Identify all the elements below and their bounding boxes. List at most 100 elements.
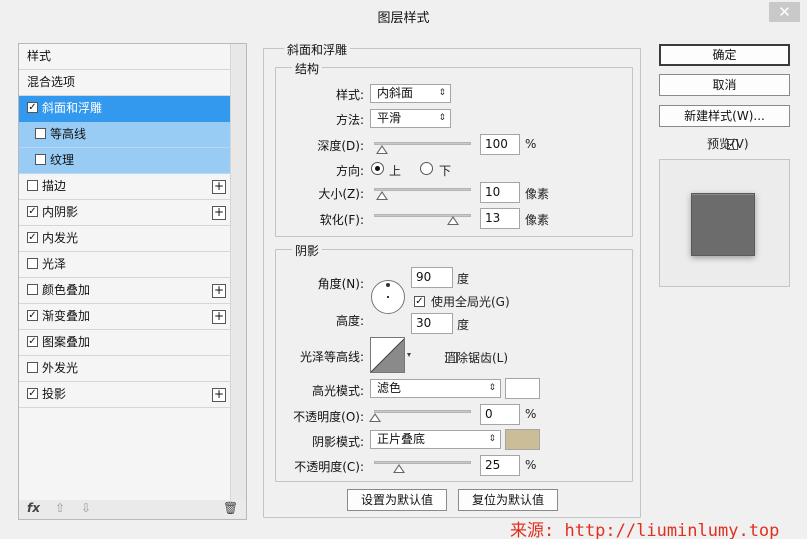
preview-label: 预览(V) [707, 137, 749, 151]
list-scrollbar[interactable] [230, 44, 246, 502]
size-slider[interactable] [374, 188, 471, 191]
list-item-label: 颜色叠加 [42, 283, 91, 297]
add-effect-button[interactable]: + [212, 310, 226, 324]
move-down-icon[interactable]: ⇩ [81, 501, 91, 515]
chevron-updown-icon: ⇕ [488, 383, 496, 393]
checkbox[interactable] [27, 362, 38, 373]
structure-title: 结构 [292, 60, 323, 77]
highlight-mode-select[interactable]: 滤色 ⇕ [370, 379, 501, 398]
angle-label: 角度(N): [317, 277, 364, 291]
style-list-header[interactable]: 样式 [19, 44, 230, 70]
make-default-button[interactable]: 设置为默认值 [347, 489, 447, 511]
depth-label: 深度(D): [317, 139, 364, 153]
shadow-mode-select[interactable]: 正片叠底 ⇕ [370, 430, 501, 449]
ok-button[interactable]: 确定 [659, 44, 790, 66]
checkbox[interactable]: ✓ [27, 206, 38, 217]
highlight-opacity-input[interactable]: 0 [480, 404, 520, 425]
altitude-input[interactable]: 30 [411, 313, 453, 334]
checkbox[interactable] [35, 128, 46, 139]
size-label: 大小(Z): [318, 187, 364, 201]
checkbox[interactable]: ✓ [27, 336, 38, 347]
reset-default-button[interactable]: 复位为默认值 [458, 489, 558, 511]
angle-input[interactable]: 90 [411, 267, 453, 288]
list-item-label: 描边 [42, 179, 67, 193]
list-item-label: 等高线 [50, 127, 87, 141]
direction-down-label: 下 [439, 164, 452, 178]
highlight-opacity-slider[interactable] [374, 410, 471, 413]
shadow-opacity-slider[interactable] [374, 461, 471, 464]
close-button[interactable]: ✕ [769, 2, 800, 22]
angle-unit: 度 [457, 272, 470, 286]
list-item-drop-shadow[interactable]: ✓ 投影 + [19, 382, 230, 408]
shadow-opacity-label: 不透明度(C): [294, 460, 364, 474]
trash-icon[interactable]: 🗑 [223, 501, 238, 515]
list-item-bevel-emboss[interactable]: ✓ 斜面和浮雕 [19, 96, 230, 122]
shading-title: 阴影 [292, 242, 323, 259]
soften-unit: 像素 [525, 213, 550, 227]
soften-label: 软化(F): [319, 213, 364, 227]
shadow-opacity-thumb[interactable] [393, 464, 405, 473]
style-label: 样式: [335, 88, 364, 102]
depth-input[interactable]: 100 [480, 134, 520, 155]
global-light-checkbox[interactable]: ✓ [414, 296, 425, 307]
list-item-gradient-overlay[interactable]: ✓ 渐变叠加 + [19, 304, 230, 330]
chevron-updown-icon: ⇕ [488, 434, 496, 444]
shadow-opacity-input[interactable]: 25 [480, 455, 520, 476]
size-input[interactable]: 10 [480, 182, 520, 203]
list-item-label: 内发光 [42, 231, 79, 245]
select-value: 平滑 [377, 111, 402, 125]
checkbox[interactable]: ✓ [27, 102, 38, 113]
size-slider-thumb[interactable] [376, 191, 388, 200]
shadow-color-swatch[interactable] [505, 429, 540, 450]
list-item-inner-shadow[interactable]: ✓ 内阴影 + [19, 200, 230, 226]
bevel-style-select[interactable]: 内斜面 ⇕ [370, 84, 451, 103]
soften-input[interactable]: 13 [480, 208, 520, 229]
list-item-label: 渐变叠加 [42, 309, 91, 323]
direction-down-radio[interactable] [420, 162, 433, 175]
angle-dial-marker [386, 283, 390, 287]
highlight-color-swatch[interactable] [505, 378, 540, 399]
move-up-icon[interactable]: ⇧ [55, 501, 65, 515]
style-list: 样式 混合选项 ✓ 斜面和浮雕 等高线 纹理 描边 + ✓ 内阴影 + ✓ 内发光 光… [18, 43, 247, 520]
checkbox[interactable]: ✓ [27, 232, 38, 243]
chevron-updown-icon: ⇕ [438, 113, 446, 123]
antialias-label: 消除锯齿(L) [444, 351, 509, 365]
altitude-unit: 度 [457, 318, 470, 332]
select-value: 正片叠底 [377, 432, 426, 446]
list-item-label: 投影 [42, 387, 67, 401]
depth-slider[interactable] [374, 142, 471, 145]
list-item-color-overlay[interactable]: 颜色叠加 + [19, 278, 230, 304]
add-effect-button[interactable]: + [212, 388, 226, 402]
checkbox[interactable] [27, 284, 38, 295]
checkbox[interactable] [27, 258, 38, 269]
checkbox[interactable] [35, 154, 46, 165]
soften-slider-thumb[interactable] [447, 216, 459, 225]
list-item-pattern-overlay[interactable]: ✓ 图案叠加 [19, 330, 230, 356]
altitude-label: 高度: [335, 314, 364, 328]
add-effect-button[interactable]: + [212, 206, 226, 220]
cancel-button[interactable]: 取消 [659, 74, 790, 96]
list-item-texture[interactable]: 纹理 [19, 148, 230, 174]
new-style-button[interactable]: 新建样式(W)... [659, 105, 790, 127]
gloss-contour-picker[interactable] [370, 337, 413, 373]
technique-select[interactable]: 平滑 ⇕ [370, 109, 451, 128]
list-item-satin[interactable]: 光泽 [19, 252, 230, 278]
depth-slider-thumb[interactable] [376, 145, 388, 154]
shadow-mode-label: 阴影模式: [311, 435, 364, 449]
fx-icon[interactable]: fx [27, 501, 40, 515]
angle-dial[interactable] [371, 280, 405, 314]
highlight-opacity-thumb[interactable] [369, 413, 381, 422]
list-item-contour[interactable]: 等高线 [19, 122, 230, 148]
list-item-stroke[interactable]: 描边 + [19, 174, 230, 200]
list-item-inner-glow[interactable]: ✓ 内发光 [19, 226, 230, 252]
preview-swatch [691, 193, 755, 256]
checkbox[interactable]: ✓ [27, 310, 38, 321]
checkbox[interactable]: ✓ [27, 388, 38, 399]
add-effect-button[interactable]: + [212, 180, 226, 194]
list-item-outer-glow[interactable]: 外发光 [19, 356, 230, 382]
direction-up-radio[interactable] [371, 162, 384, 175]
add-effect-button[interactable]: + [212, 284, 226, 298]
checkbox[interactable] [27, 180, 38, 191]
blend-options-item[interactable]: 混合选项 [19, 70, 230, 96]
direction-label: 方向: [335, 164, 364, 178]
